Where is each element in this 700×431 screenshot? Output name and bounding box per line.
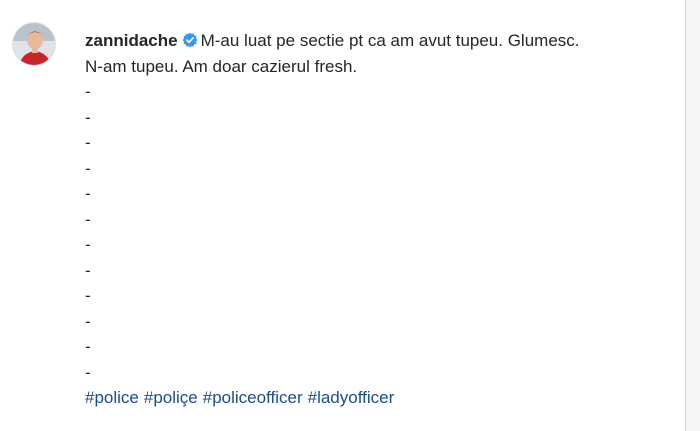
hashtag-link-polic-cedilla[interactable]: #poliçe xyxy=(144,388,198,407)
caption-dash: - xyxy=(85,107,91,127)
caption-dash: - xyxy=(85,362,91,382)
caption-dash: - xyxy=(85,286,91,305)
caption-dash: - xyxy=(85,337,91,356)
scrollbar[interactable] xyxy=(686,0,700,431)
username-link[interactable]: zannidache xyxy=(85,31,178,50)
caption-dash: - xyxy=(85,209,91,229)
post-caption-panel: zannidache M-au luat pe sectie pt ca am … xyxy=(0,0,686,431)
caption-dash: - xyxy=(85,235,91,254)
avatar[interactable] xyxy=(12,22,56,66)
caption-dash: - xyxy=(85,82,91,101)
hashtag-link-policeofficer[interactable]: #policeofficer xyxy=(203,388,303,407)
caption-dash: - xyxy=(85,184,91,203)
caption: zannidache M-au luat pe sectie pt ca am … xyxy=(85,28,665,411)
hashtag-link-police[interactable]: #police xyxy=(85,388,139,407)
caption-dash: - xyxy=(85,311,91,331)
hashtag-link-ladyofficer[interactable]: #ladyofficer xyxy=(308,388,395,407)
verified-badge-icon xyxy=(182,32,198,48)
hashtag-list: #police #poliçe #policeofficer #ladyofficer xyxy=(85,385,665,411)
caption-dash: - xyxy=(85,133,91,152)
caption-first-line: zannidache M-au luat pe sectie pt ca am … xyxy=(85,28,665,54)
avatar-image xyxy=(13,23,55,65)
caption-dash: - xyxy=(85,158,91,178)
caption-text-first: M-au luat pe sectie pt ca am avut tupeu.… xyxy=(200,31,580,50)
caption-text-second: N-am tupeu. Am doar cazierul fresh. xyxy=(85,56,358,76)
caption-dash: - xyxy=(85,260,91,280)
